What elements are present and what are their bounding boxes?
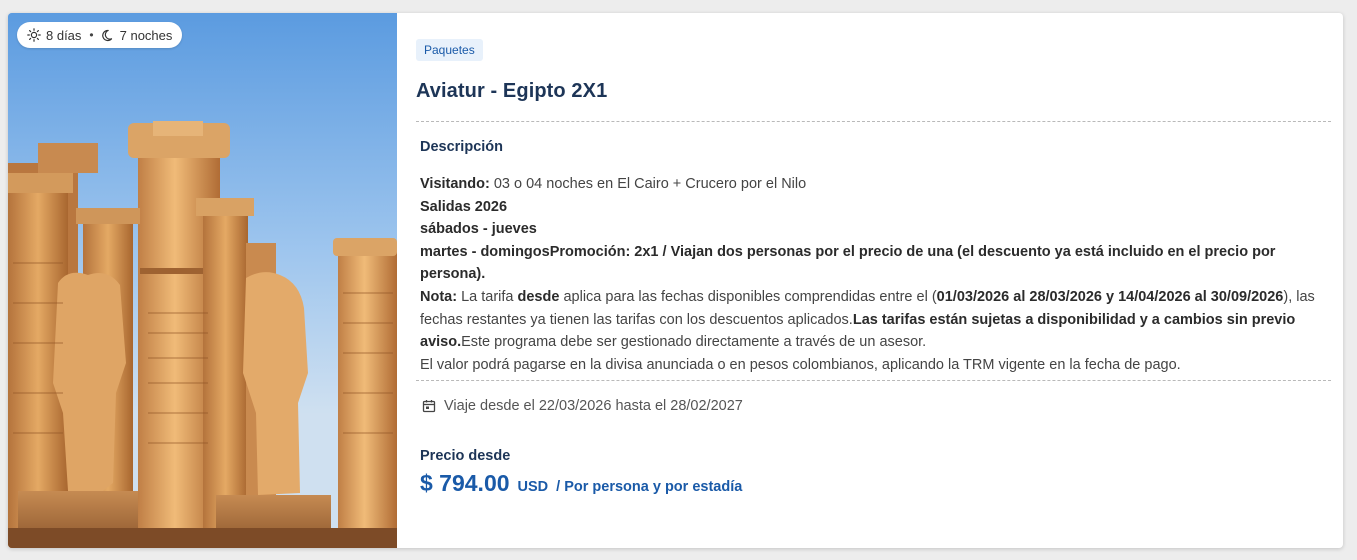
package-title[interactable]: Aviatur - Egipto 2X1	[416, 80, 1331, 103]
price-unit: / Por persona y por estadía	[556, 479, 743, 496]
note-dates: 01/03/2026 al 28/03/2026 y 14/04/2026 al…	[936, 288, 1284, 305]
visiting-text: 03 o 04 noches en El Cairo + Crucero por…	[489, 176, 807, 192]
price-currency: USD	[517, 479, 549, 496]
package-photo[interactable]: 8 días • 7 noches	[8, 13, 397, 548]
price-amount: $ 794.00	[420, 470, 510, 497]
price-row: $ 794.00 USD / Por persona y por estadía	[420, 470, 1331, 497]
departures-days-2: martes - domingos	[420, 243, 550, 260]
divider	[416, 380, 1331, 382]
visiting-label: Visitando:	[420, 176, 490, 192]
calendar-icon	[422, 400, 436, 413]
note-text: Este programa debe ser gestionado direct…	[461, 334, 927, 351]
note-desde: desde	[517, 288, 560, 305]
price-label: Precio desde	[420, 448, 511, 465]
duration-separator: •	[89, 28, 94, 42]
divider	[416, 121, 1331, 122]
departures-title: Salidas 2026	[420, 198, 508, 215]
note-label: Nota:	[420, 288, 458, 305]
travel-dates-text: Viaje desde el 22/03/2026 hasta el 28/02…	[444, 398, 743, 415]
category-tag[interactable]: Paquetes	[416, 39, 483, 61]
package-card[interactable]: 8 días • 7 noches Paquetes Aviatur - Egi…	[8, 13, 1343, 548]
moon-icon	[101, 29, 112, 41]
luxor-temple-image	[8, 13, 397, 548]
description-label: Descripción	[420, 139, 503, 155]
duration-nights: 7 noches	[119, 27, 173, 43]
travel-dates: Viaje desde el 22/03/2026 hasta el 28/02…	[422, 398, 1331, 414]
description-text: Visitando: 03 o 04 noches en El Cairo + …	[420, 173, 1331, 376]
sun-icon	[27, 28, 41, 42]
note-text: aplica para las fechas disponibles compr…	[559, 288, 937, 305]
departures-days-1: sábados - jueves	[420, 221, 537, 238]
duration-badge: 8 días • 7 noches	[17, 22, 183, 48]
payment-text: El valor podrá pagarse en la divisa anun…	[420, 356, 1181, 373]
package-details: Paquetes Aviatur - Egipto 2X1 Descripció…	[397, 13, 1343, 548]
duration-days: 8 días	[46, 27, 82, 43]
note-text: La tarifa	[457, 288, 518, 305]
